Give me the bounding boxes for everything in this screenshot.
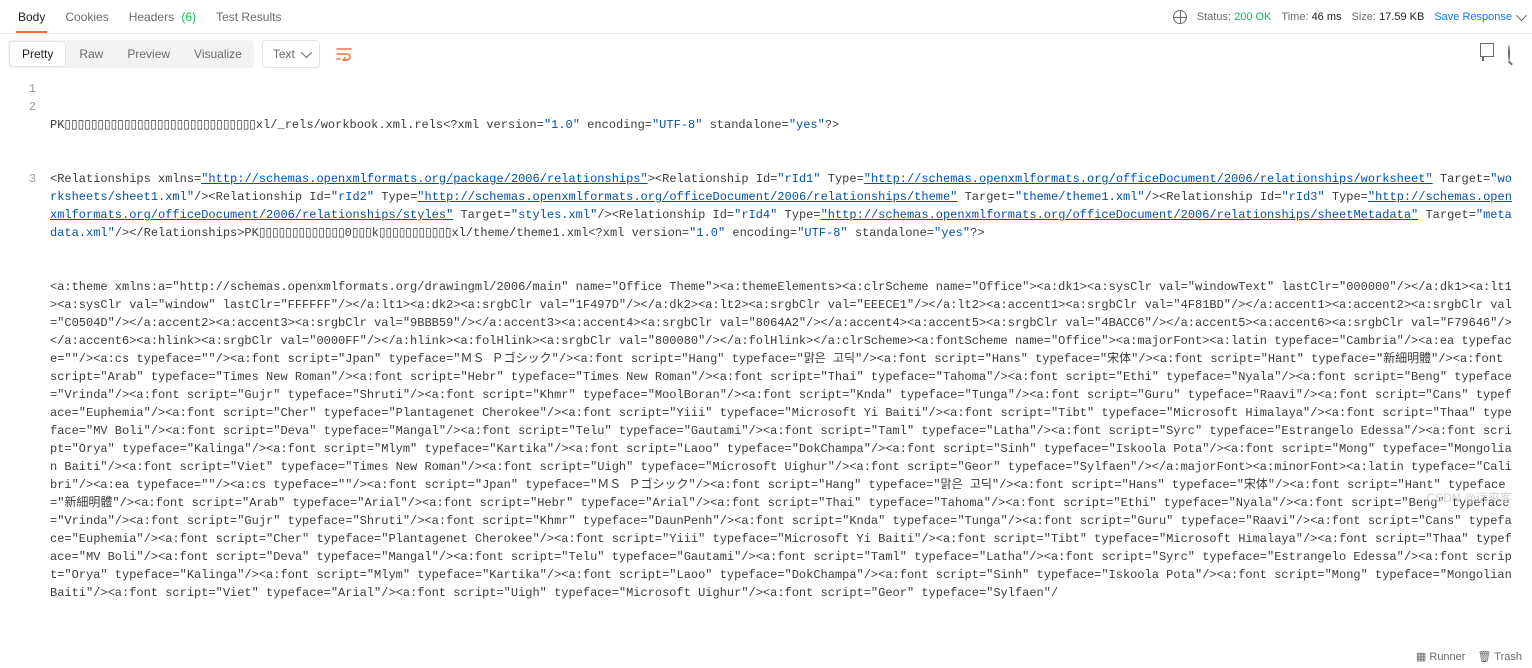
copy-icon (1482, 45, 1484, 61)
copy-button[interactable] (1482, 46, 1498, 62)
view-raw[interactable]: Raw (67, 40, 115, 68)
view-visualize[interactable]: Visualize (182, 40, 254, 68)
footer-trash[interactable]: 🗑 Trash (1477, 650, 1522, 663)
tab-test-results[interactable]: Test Results (206, 2, 291, 32)
format-dropdown[interactable]: Text (262, 40, 320, 68)
save-response-label: Save Response (1434, 11, 1512, 23)
status-bar: Status: 200 OK Time: 46 ms Size: 17.59 K… (1173, 10, 1524, 24)
footer-runner[interactable]: ▦ Runner (1416, 650, 1466, 663)
size-label: Size: (1352, 11, 1376, 23)
code-line: <a:theme xmlns:a="http://schemas.openxml… (50, 278, 1516, 602)
line-number[interactable]: 2 (0, 98, 36, 116)
view-mode-group: Pretty Raw Preview Visualize (8, 40, 254, 68)
wrap-icon (336, 47, 352, 61)
tab-cookies[interactable]: Cookies (55, 2, 118, 32)
footer-bar: ▦ Runner 🗑 Trash (0, 644, 1532, 668)
status-value: 200 OK (1234, 11, 1271, 23)
view-preview[interactable]: Preview (115, 40, 182, 68)
code-toolbar-right (1482, 46, 1524, 62)
wrap-lines-button[interactable] (328, 41, 360, 67)
tab-headers-label: Headers (129, 10, 174, 24)
response-tabs: Body Cookies Headers (6) Test Results St… (0, 0, 1532, 34)
size-value: 17.59 KB (1379, 11, 1424, 23)
time-label: Time: (1281, 11, 1308, 23)
time-value: 46 ms (1312, 11, 1342, 23)
chevron-down-icon (1516, 9, 1527, 20)
tab-body[interactable]: Body (8, 2, 55, 32)
code-content[interactable]: PK▯▯▯▯▯▯▯▯▯▯▯▯▯▯▯▯▯▯▯▯▯▯▯▯▯▯▯▯▯xl/_rels/… (50, 80, 1532, 638)
headers-count: (6) (181, 10, 196, 24)
chevron-down-icon (301, 47, 312, 58)
line-number[interactable]: 1 (0, 80, 36, 98)
line-gutter: 1 2 3 (0, 80, 50, 638)
code-line: <Relationships xmlns="http://schemas.ope… (50, 170, 1516, 242)
tab-headers[interactable]: Headers (6) (119, 2, 206, 32)
format-label: Text (273, 47, 295, 61)
status-label: Status: (1197, 11, 1231, 23)
save-response-button[interactable]: Save Response (1434, 11, 1524, 23)
view-controls: Pretty Raw Preview Visualize Text (0, 34, 1532, 74)
view-pretty[interactable]: Pretty (10, 42, 65, 66)
search-icon (1508, 45, 1510, 61)
search-button[interactable] (1508, 46, 1524, 62)
response-body: 1 2 3 PK▯▯▯▯▯▯▯▯▯▯▯▯▯▯▯▯▯▯▯▯▯▯▯▯▯▯▯▯▯xl/… (0, 74, 1532, 644)
tabs-left: Body Cookies Headers (6) Test Results (8, 2, 291, 32)
globe-icon[interactable] (1173, 10, 1187, 24)
line-number[interactable]: 3 (0, 170, 36, 188)
code-line: PK▯▯▯▯▯▯▯▯▯▯▯▯▯▯▯▯▯▯▯▯▯▯▯▯▯▯▯▯▯xl/_rels/… (50, 116, 1516, 134)
